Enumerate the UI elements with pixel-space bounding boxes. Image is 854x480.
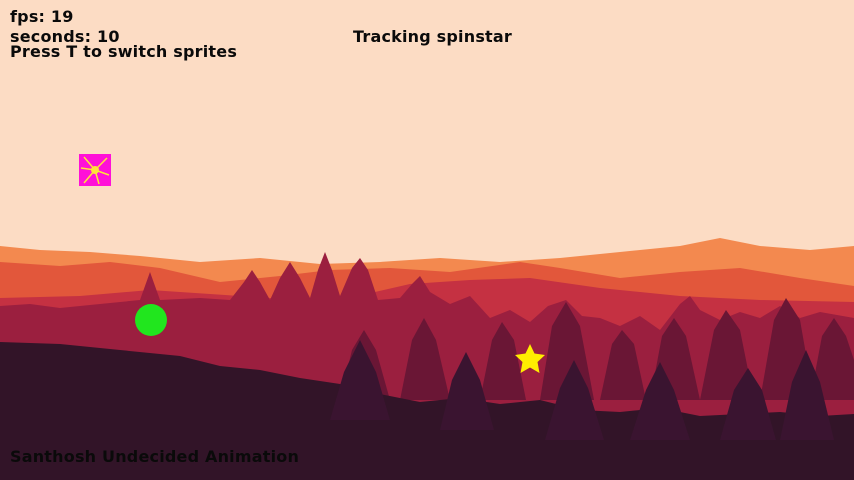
switch-sprites-hint: Press T to switch sprites xyxy=(10,42,238,61)
credit-text: Santhosh Undecided Animation xyxy=(10,447,300,466)
game-scene xyxy=(0,0,854,480)
green-ball-sprite xyxy=(135,304,167,336)
tracking-status: Tracking spinstar xyxy=(353,27,512,46)
fps-counter: fps: 19 xyxy=(10,7,74,26)
spin-square-center xyxy=(91,166,99,174)
spin-square-sprite xyxy=(79,154,111,186)
